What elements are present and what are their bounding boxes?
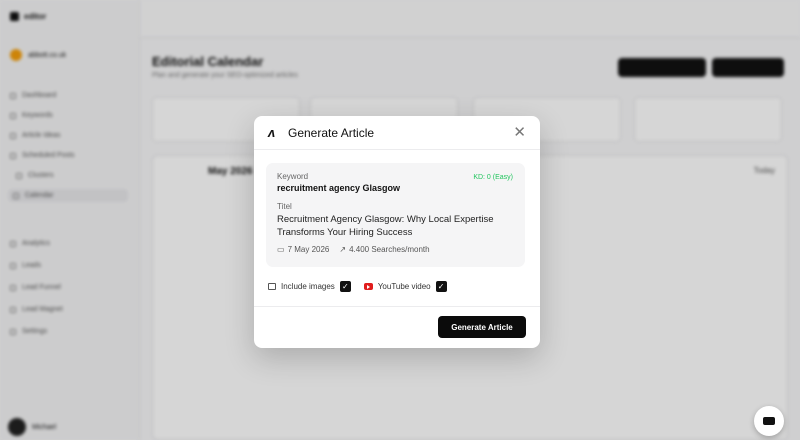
youtube-icon <box>363 283 373 290</box>
article-title: Recruitment Agency Glasgow: Why Local Ex… <box>277 214 494 238</box>
chat-icon <box>763 417 775 425</box>
kd-badge: KD: 0 (Easy) <box>473 174 513 181</box>
include-images-option[interactable]: Include images ✓ <box>268 281 351 292</box>
date-value: 7 May 2026 <box>287 245 330 254</box>
keyword-value: recruitment agency Glasgow <box>277 183 401 193</box>
youtube-option[interactable]: YouTube video ✓ <box>363 281 447 292</box>
generate-article-modal: ᴧ Generate Article ✕ Keyword recruitment… <box>254 116 540 348</box>
searches-value: 4.400 Searches/month <box>349 245 430 254</box>
article-meta: ▭ 7 May 2026 ↗ 4.400 Searches/month <box>277 245 514 254</box>
brand-icon: ᴧ <box>268 125 276 140</box>
image-icon <box>268 283 276 290</box>
include-images-checkbox[interactable]: ✓ <box>339 281 351 292</box>
title-label: Titel <box>277 202 292 211</box>
youtube-checkbox[interactable]: ✓ <box>435 281 447 292</box>
article-summary-card: Keyword recruitment agency Glasgow KD: 0… <box>266 163 525 267</box>
trending-up-icon: ↗ <box>339 245 347 254</box>
generation-options: Include images ✓ YouTube video ✓ <box>268 281 460 292</box>
generate-article-button[interactable]: Generate Article <box>438 316 526 338</box>
calendar-icon: ▭ <box>277 245 285 254</box>
searches-meta: ↗ 4.400 Searches/month <box>339 245 429 254</box>
date-meta: ▭ 7 May 2026 <box>277 245 329 254</box>
youtube-label: YouTube video <box>377 282 431 291</box>
modal-title: Generate Article <box>288 125 375 140</box>
chat-button[interactable] <box>754 406 784 436</box>
close-icon[interactable]: ✕ <box>513 125 526 140</box>
modal-header: ᴧ Generate Article ✕ <box>254 116 540 150</box>
include-images-label: Include images <box>281 282 335 291</box>
modal-footer: Generate Article <box>254 306 540 348</box>
